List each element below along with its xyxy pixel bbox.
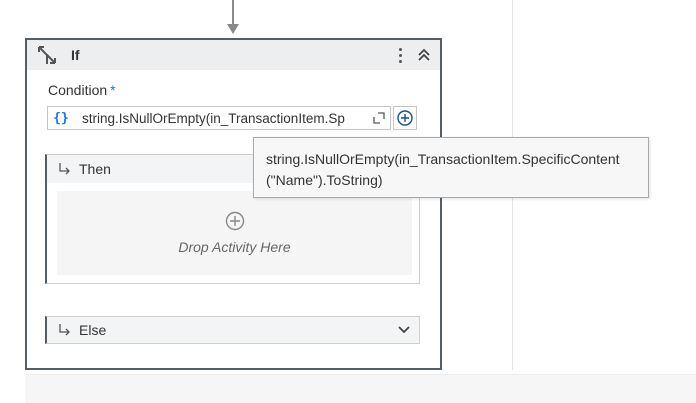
collapse-icon[interactable] — [416, 47, 432, 63]
expression-tooltip: string.IsNullOrEmpty(in_TransactionItem.… — [253, 137, 649, 198]
add-activity-icon[interactable] — [225, 211, 245, 231]
branch-arrow-icon — [59, 163, 70, 175]
add-expression-button[interactable] — [393, 106, 417, 130]
branch-arrow-icon — [59, 324, 70, 336]
condition-label: Condition * — [48, 82, 116, 98]
condition-value[interactable]: string.IsNullOrEmpty(in_TransactionItem.… — [74, 111, 368, 126]
if-activity[interactable]: If Condition * {} string.IsNullOrEmpty(in… — [25, 38, 442, 370]
else-branch[interactable]: Else — [45, 316, 420, 344]
else-label: Else — [79, 322, 107, 338]
activity-title: If — [71, 47, 80, 63]
workflow-canvas: If Condition * {} string.IsNullOrEmpty(in… — [0, 0, 696, 403]
condition-label-text: Condition — [48, 82, 108, 98]
else-branch-header[interactable]: Else — [47, 317, 419, 343]
if-branch-icon — [35, 43, 59, 67]
drop-activity-area[interactable]: Drop Activity Here — [57, 191, 412, 275]
more-options-icon[interactable] — [396, 47, 404, 63]
bottom-bar — [25, 374, 696, 403]
header-actions — [396, 40, 432, 70]
required-marker: * — [110, 82, 116, 98]
plus-circle-icon — [397, 110, 413, 126]
expand-editor-icon[interactable] — [368, 107, 390, 129]
then-label: Then — [79, 161, 111, 177]
chevron-down-icon[interactable] — [397, 323, 411, 337]
condition-input[interactable]: {} string.IsNullOrEmpty(in_TransactionIt… — [47, 106, 391, 130]
connector-arrow-icon — [227, 24, 239, 34]
activity-header[interactable]: If — [27, 40, 440, 70]
expression-brace-icon: {} — [53, 110, 69, 126]
drop-activity-text: Drop Activity Here — [178, 239, 291, 255]
connector-line — [232, 0, 234, 24]
